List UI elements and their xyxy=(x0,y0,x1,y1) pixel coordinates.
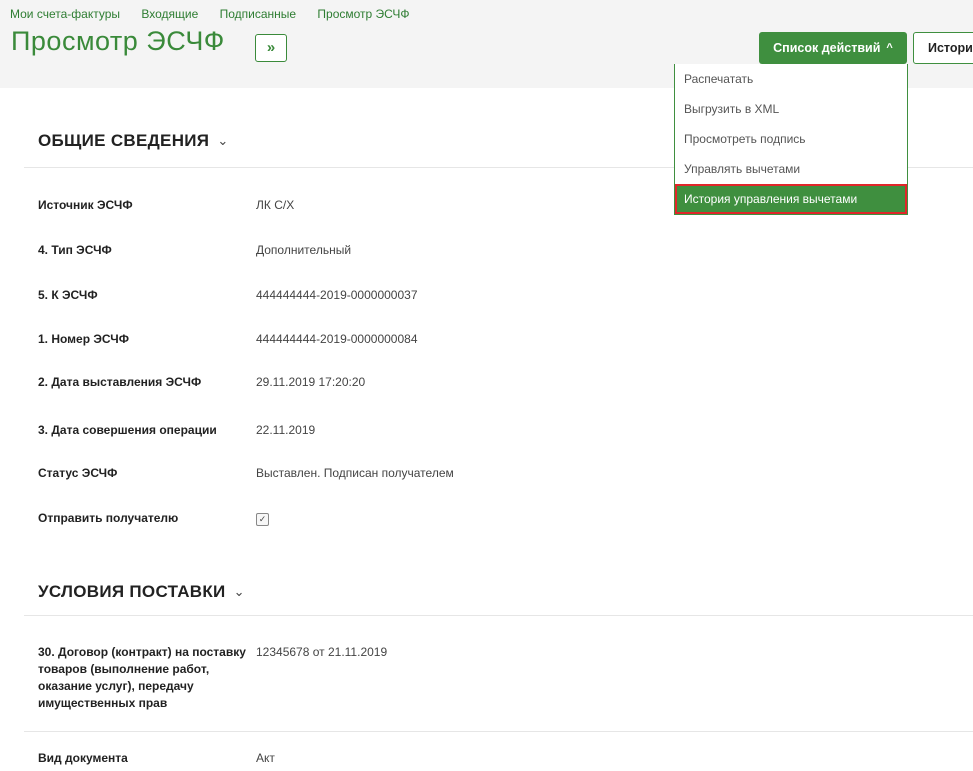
menu-item-deductions-history[interactable]: История управления вычетами xyxy=(675,184,907,214)
field-label: 4. Тип ЭСЧФ xyxy=(38,243,112,257)
actions-dropdown-menu: Распечатать Выгрузить в XML Просмотреть … xyxy=(674,64,908,215)
menu-item-view-signature[interactable]: Просмотреть подпись xyxy=(675,124,907,154)
page-title: Просмотр ЭСЧФ xyxy=(11,26,225,56)
field-value: Акт xyxy=(256,751,275,765)
send-to-recipient-checkbox[interactable]: ✓ xyxy=(256,510,269,527)
chevron-down-icon: ⌄ xyxy=(233,584,245,599)
field-label: Отправить получателю xyxy=(38,511,179,525)
field-label: Статус ЭСЧФ xyxy=(38,466,118,480)
field-value: 29.11.2019 17:20:20 xyxy=(256,375,366,389)
field-label: 2. Дата выставления ЭСЧФ xyxy=(38,375,202,389)
breadcrumb-incoming[interactable]: Входящие xyxy=(141,7,198,21)
history-button[interactable]: История xyxy=(913,32,973,64)
menu-item-export-xml[interactable]: Выгрузить в XML xyxy=(675,94,907,124)
field-label: 3. Дата совершения операции xyxy=(38,423,217,437)
field-label: 5. К ЭСЧФ xyxy=(38,288,98,302)
section-general-title: ОБЩИЕ СВЕДЕНИЯ xyxy=(38,131,210,150)
field-value: 22.11.2019 xyxy=(256,423,316,437)
breadcrumb-my-invoices[interactable]: Мои счета-фактуры xyxy=(10,7,120,21)
field-value: 444444444-2019-0000000084 xyxy=(256,332,418,346)
actions-list-label: Список действий xyxy=(773,41,881,55)
field-label: Источник ЭСЧФ xyxy=(38,198,133,212)
breadcrumb-view[interactable]: Просмотр ЭСЧФ xyxy=(317,7,409,21)
checkbox-checked-icon: ✓ xyxy=(256,513,269,526)
divider xyxy=(24,731,973,732)
menu-item-manage-deductions[interactable]: Управлять вычетами xyxy=(675,154,907,184)
chevron-down-icon: ⌄ xyxy=(217,133,229,148)
breadcrumb-signed[interactable]: Подписанные xyxy=(220,7,296,21)
menu-item-print[interactable]: Распечатать xyxy=(675,64,907,94)
field-value: 444444444-2019-0000000037 xyxy=(256,288,418,302)
expand-button[interactable]: » xyxy=(255,34,287,62)
field-value: Выставлен. Подписан получателем xyxy=(256,466,454,480)
field-label: 1. Номер ЭСЧФ xyxy=(38,332,129,346)
section-general-header[interactable]: ОБЩИЕ СВЕДЕНИЯ ⌄ xyxy=(38,131,229,151)
breadcrumb: Мои счета-фактуры Входящие Подписанные П… xyxy=(10,7,428,21)
field-label: 30. Договор (контракт) на поставку товар… xyxy=(38,645,246,710)
divider xyxy=(24,615,973,616)
chevron-up-icon: ^ xyxy=(886,42,893,54)
field-value: 12345678 от 21.11.2019 xyxy=(256,645,388,659)
field-value: Дополнительный xyxy=(256,243,352,257)
field-value: ЛК С/Х xyxy=(256,198,295,212)
section-delivery-header[interactable]: УСЛОВИЯ ПОСТАВКИ ⌄ xyxy=(38,582,245,602)
section-delivery-title: УСЛОВИЯ ПОСТАВКИ xyxy=(38,582,226,601)
field-label: Вид документа xyxy=(38,751,128,765)
actions-list-button[interactable]: Список действий ^ xyxy=(759,32,907,64)
